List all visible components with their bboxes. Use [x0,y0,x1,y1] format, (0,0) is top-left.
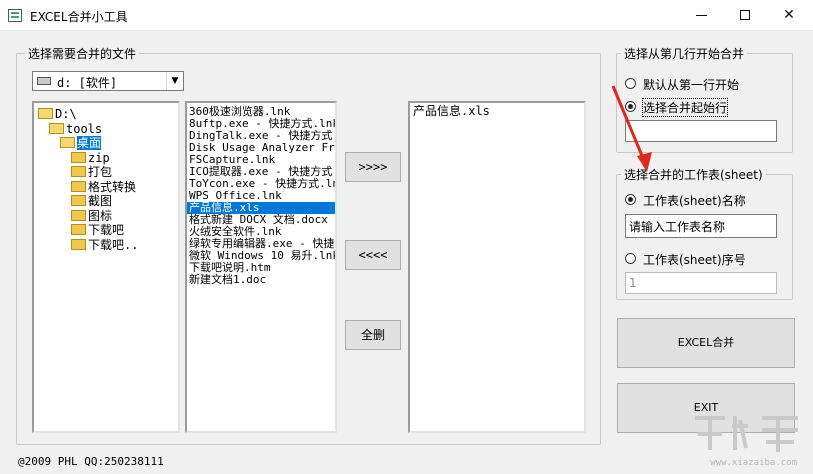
start-row-group-label: 选择从第几行开始合并 [621,45,748,62]
directory-item-label: 打包 [88,165,113,179]
clear-all-button[interactable]: 全删 [345,320,401,350]
directory-item-label: 格式转换 [88,179,137,194]
directory-item[interactable]: 下载吧 [71,223,124,237]
watermark-logo-icon [695,416,798,452]
directory-item[interactable]: tools [49,122,102,136]
minimize-button[interactable] [678,0,724,31]
drive-combo-value: d: [软件] [57,76,118,90]
title-bar: EXCEL合并小工具 ✕ [0,0,813,31]
file-list-item[interactable]: 新建文档1.doc [187,274,335,286]
sheet-index-radio[interactable] [625,253,636,264]
folder-icon [71,209,86,221]
directory-item[interactable]: 打包 [71,165,112,179]
folder-open-icon [38,108,53,119]
sheet-index-label: 工作表(sheet)序号 [643,253,746,267]
sheet-name-radio[interactable] [625,194,636,205]
drive-icon [37,77,51,85]
remove-files-button[interactable]: <<<< [345,240,401,270]
file-list[interactable]: 360极速浏览器.lnk 8uftp.exe - 快捷方式.lnk DingTalk… [185,101,337,433]
directory-item-label: tools [66,121,103,136]
folder-open-icon [60,137,75,148]
watermark-logo: www.xiazaiba.com [690,408,805,470]
sheet-name-label: 工作表(sheet)名称 [643,194,746,208]
custom-row-label: 选择合并起始行 [641,98,729,117]
sheet-name-input[interactable] [625,214,777,238]
directory-item[interactable]: 图标 [71,209,112,223]
folder-icon [71,180,86,192]
maximize-button[interactable] [722,0,768,31]
directory-item[interactable]: zip [71,151,110,165]
default-row-radio[interactable] [625,78,636,89]
maximize-icon [740,10,750,20]
start-row-field[interactable] [626,121,776,141]
folder-icon [71,166,86,177]
chevron-down-icon[interactable]: ▼ [166,72,183,90]
directory-item-label: 截图 [88,194,113,208]
directory-item[interactable]: 桌面 [60,136,102,150]
excel-merge-button[interactable]: EXCEL合并 [617,318,795,368]
folder-icon [71,195,86,206]
sheet-index-input[interactable] [625,272,777,294]
directory-list[interactable]: D:\ tools 桌面 zip 打包 格式转换 截图 图标 下载吧 下载吧.. [32,101,180,433]
directory-item-label: 下载吧 [88,223,125,237]
folder-icon [71,151,86,163]
directory-item-label: zip [88,150,110,165]
directory-item[interactable]: 截图 [71,194,112,208]
folder-open-icon [49,122,64,134]
selected-files-list[interactable]: 产品信息.xls [408,101,586,433]
folder-icon [71,224,86,235]
status-text: @2009 PHL QQ:250238111 [18,455,164,468]
folder-icon [71,238,86,250]
sheet-index-field[interactable] [626,273,776,293]
drive-combo[interactable]: d: [软件] ▼ [32,71,184,91]
start-row-input[interactable] [625,120,777,142]
directory-item-label: 下载吧.. [88,237,139,252]
app-icon [8,9,22,22]
minimize-icon [695,14,707,16]
directory-item[interactable]: 下载吧.. [71,238,138,252]
add-files-button[interactable]: >>>> [345,152,401,182]
directory-item-label: 图标 [88,208,113,223]
close-icon: ✕ [783,7,795,23]
default-row-label: 默认从第一行开始 [643,78,740,92]
directory-item-label: D:\ [55,107,77,121]
directory-item[interactable]: 格式转换 [71,180,136,194]
watermark-text: www.xiazaiba.com [710,458,797,468]
window-title: EXCEL合并小工具 [30,10,128,24]
sheet-name-field[interactable] [626,215,776,237]
close-button[interactable]: ✕ [766,0,812,31]
directory-item-label: 桌面 [77,136,102,150]
file-select-group-label: 选择需要合并的文件 [25,45,140,62]
custom-row-radio[interactable] [625,101,636,112]
sheet-group-label: 选择合并的工作表(sheet) [621,166,766,183]
selected-file-item[interactable]: 产品信息.xls [410,103,584,119]
directory-item[interactable]: D:\ [38,107,77,121]
